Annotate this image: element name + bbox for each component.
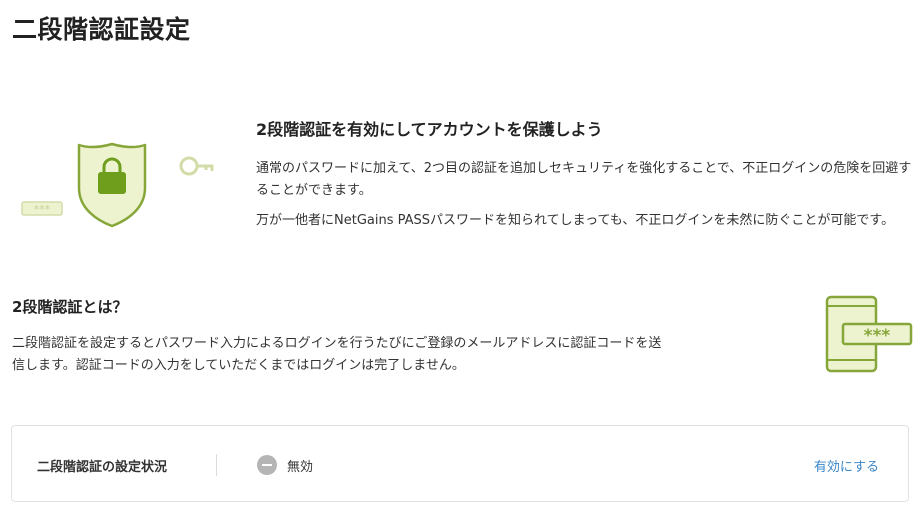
hero-description-1: 通常のパスワードに加えて、2つ目の認証を追加しセキュリティを強化することで、不正… — [256, 161, 912, 198]
key-icon — [179, 156, 214, 176]
phone-code-icon: *** — [825, 295, 913, 373]
password-field-icon: *** — [21, 201, 63, 216]
hero-section: 2段階認証を有効にしてアカウントを保護しよう 通常のパスワードに加えて、2つ目の… — [256, 116, 916, 240]
svg-text:***: *** — [34, 203, 51, 216]
hero-description-2: 万が一他者にNetGains PASSパスワードを知られてしまっても、不正ログイ… — [256, 213, 895, 228]
about-description: 二段階認証を設定するとパスワード入力によるログインを行うたびにご登録のメールアド… — [12, 336, 662, 373]
page-title: 二段階認証設定 — [12, 15, 191, 44]
svg-text:***: *** — [864, 326, 891, 346]
shield-lock-icon — [77, 142, 147, 228]
status-value: 無効 — [287, 460, 314, 475]
hero-heading: 2段階認証を有効にしてアカウントを保護しよう — [256, 120, 603, 139]
enable-two-factor-link[interactable]: 有効にする — [814, 456, 879, 475]
about-section: 2段階認証とは？ 二段階認証を設定するとパスワード入力によるログインを行うたびに… — [12, 296, 672, 377]
about-heading: 2段階認証とは？ — [12, 298, 128, 316]
two-factor-status-card: 二段階認証の設定状況 無効 有効にする — [11, 425, 909, 502]
security-illustration: *** — [21, 142, 214, 228]
minus-circle-icon — [257, 455, 277, 475]
status-label: 二段階認証の設定状況 — [37, 460, 168, 475]
status-divider — [216, 454, 217, 476]
phone-code-illustration: *** — [825, 295, 913, 373]
